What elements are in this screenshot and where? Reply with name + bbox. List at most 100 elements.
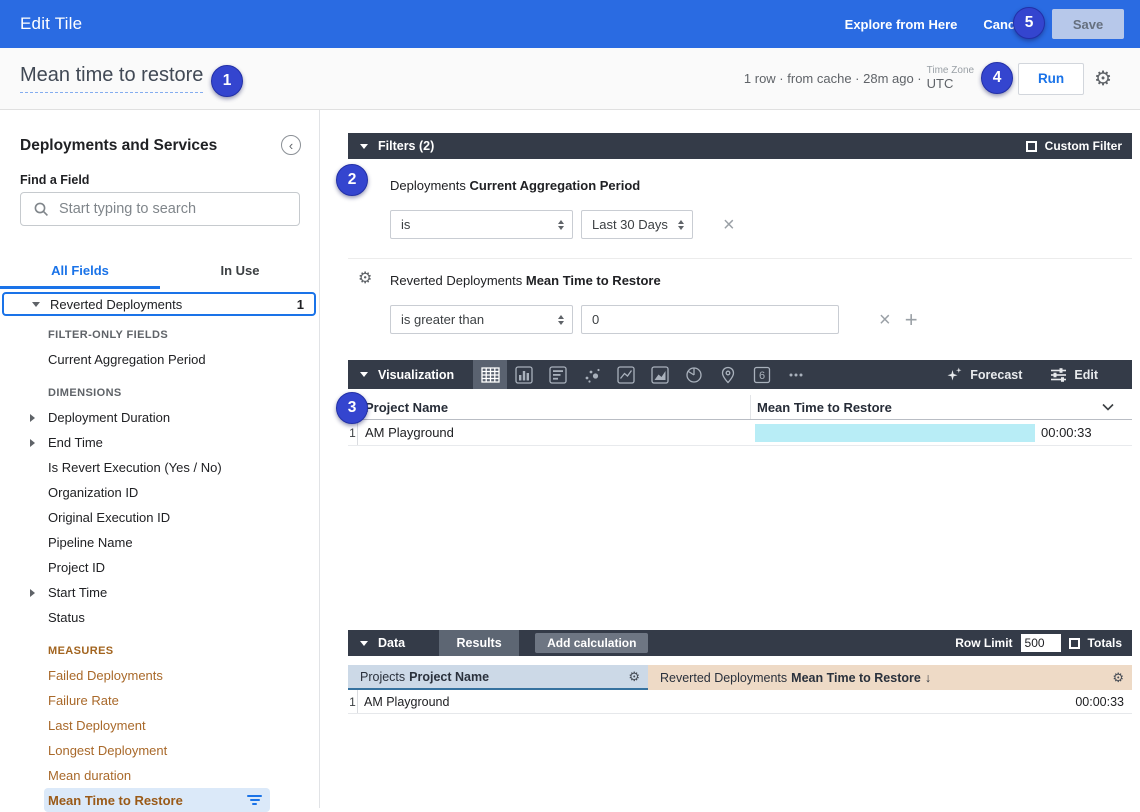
sidebar-field-item[interactable]: Longest Deployment [0, 738, 318, 763]
viz-type-picker: 6 [473, 360, 813, 389]
field-picker-sidebar: Deployments and Services ‹ Find a Field … [0, 110, 320, 808]
line-chart-viz-icon[interactable] [609, 360, 643, 389]
visualization-section-label: Visualization [378, 368, 454, 382]
find-a-field-label: Find a Field [20, 173, 89, 187]
annotation-badge-1: 1 [211, 65, 243, 97]
sidebar-field-item[interactable]: Failure Rate [0, 688, 318, 713]
tab-all-fields[interactable]: All Fields [0, 257, 160, 284]
filter-operator-select[interactable]: is greater than [390, 305, 573, 334]
section-heading: MEASURES [0, 638, 318, 663]
column-menu-chevron-icon[interactable] [1102, 403, 1114, 411]
sparkle-icon [946, 366, 963, 383]
filter-divider [348, 258, 1132, 259]
sidebar-field-item[interactable]: Deployment Duration [0, 405, 318, 430]
save-button[interactable]: Save [1052, 9, 1124, 39]
gear-icon[interactable]: ⚙ [1094, 69, 1112, 89]
operator-value: is [401, 217, 410, 232]
chevron-down-icon [360, 372, 368, 377]
sidebar-field-item[interactable]: Organization ID [0, 480, 318, 505]
totals-label: Totals [1088, 636, 1122, 650]
filter-field-label: Reverted Deployments Mean Time to Restor… [390, 273, 661, 288]
sidebar-field-item[interactable]: Last Deployment [0, 713, 318, 738]
cell-project-name: AM Playground [358, 695, 647, 709]
filter-value-input[interactable] [581, 305, 839, 334]
data-section-bar[interactable]: Data Results Add calculation Row Limit T… [348, 630, 1132, 656]
sort-descending-icon: ↓ [925, 671, 931, 685]
collapse-sidebar-icon[interactable]: ‹ [281, 135, 301, 155]
select-arrows-icon [558, 220, 564, 230]
sidebar-field-item[interactable]: Pipeline Name [0, 530, 318, 555]
explore-from-here-link[interactable]: Explore from Here [845, 17, 958, 32]
filter-value-select[interactable]: Last 30 Days [581, 210, 693, 239]
totals-checkbox[interactable] [1069, 638, 1080, 649]
annotation-badge-5: 5 [1013, 7, 1045, 39]
chevron-right-icon[interactable] [30, 414, 35, 422]
field-search-box[interactable] [20, 192, 300, 226]
bar-chart-viz-icon[interactable] [541, 360, 575, 389]
edit-viz-button[interactable]: Edit [1050, 367, 1098, 383]
map-pin-viz-icon[interactable] [711, 360, 745, 389]
chevron-down-icon [360, 144, 368, 149]
single-value-viz-icon[interactable]: 6 [745, 360, 779, 389]
data-table-row[interactable]: 1 AM Playground 00:00:33 [348, 690, 1132, 714]
search-input[interactable] [59, 201, 299, 217]
sidebar-field-item[interactable]: Original Execution ID [0, 505, 318, 530]
filter-operator-select[interactable]: is [390, 210, 573, 239]
visualization-section-bar[interactable]: Visualization [348, 360, 1132, 389]
sidebar-field-item[interactable]: Is Revert Execution (Yes / No) [0, 455, 318, 480]
annotation-badge-3: 3 [336, 392, 368, 424]
viz-column-header[interactable]: Mean Time to Restore [750, 395, 1132, 419]
filter-field: Mean Time to Restore [526, 273, 661, 288]
gear-icon[interactable]: ⚙ [628, 670, 640, 683]
area-chart-viz-icon[interactable] [643, 360, 677, 389]
data-column-header-dimension[interactable]: Projects Project Name ⚙ [348, 665, 648, 690]
run-button[interactable]: Run [1018, 63, 1084, 95]
scatter-viz-icon[interactable] [575, 360, 609, 389]
sidebar-field-item[interactable]: Status [0, 605, 318, 630]
select-arrows-icon [558, 315, 564, 325]
view-reverted-deployments[interactable]: Reverted Deployments 1 [2, 292, 316, 316]
sidebar-field-item[interactable]: End Time [0, 430, 318, 455]
table-viz-icon[interactable] [473, 360, 507, 389]
viz-column-header[interactable]: Project Name [348, 400, 750, 415]
remove-filter-icon[interactable]: × [879, 310, 891, 330]
visualization-panel: Visualization [348, 360, 1132, 570]
row-limit-input[interactable] [1021, 634, 1061, 652]
column-chart-viz-icon[interactable] [507, 360, 541, 389]
explore-title: Deployments and Services [20, 137, 217, 155]
tile-title-bar: Mean time to restore 1 row · from cache … [0, 48, 1140, 110]
gear-icon[interactable]: ⚙ [358, 271, 372, 287]
sliders-icon [1050, 367, 1067, 383]
column-field: Mean Time to Restore [791, 671, 921, 685]
forecast-button[interactable]: Forecast [946, 366, 1022, 383]
field-tree: FILTER-ONLY FIELDS Current Aggregation P… [0, 322, 318, 812]
sidebar-field-item[interactable]: Start Time [0, 580, 318, 605]
sidebar-field-item-selected[interactable]: Mean Time to Restore [44, 788, 270, 812]
query-status-text: 1 row · from cache · 28m ago · [744, 71, 922, 86]
column-scope: Reverted Deployments [660, 671, 787, 685]
viz-table-row[interactable]: 1 AM Playground 00:00:33 [348, 420, 1132, 446]
sidebar-field-item[interactable]: Current Aggregation Period [0, 347, 318, 372]
field-label: End Time [48, 435, 103, 450]
add-calculation-button[interactable]: Add calculation [535, 633, 648, 653]
cell-value: 00:00:33 [647, 695, 1132, 709]
data-column-header-measure[interactable]: Reverted Deployments Mean Time to Restor… [648, 665, 1132, 690]
add-filter-icon[interactable]: + [905, 309, 918, 331]
chevron-right-icon[interactable] [30, 589, 35, 597]
more-viz-types-icon[interactable] [779, 360, 813, 389]
chevron-right-icon[interactable] [30, 439, 35, 447]
sidebar-field-item[interactable]: Mean duration [0, 763, 318, 788]
sidebar-field-item[interactable]: Project ID [0, 555, 318, 580]
gear-icon[interactable]: ⚙ [1112, 671, 1124, 684]
pie-chart-viz-icon[interactable] [677, 360, 711, 389]
filter-icon[interactable] [247, 795, 262, 805]
tile-title[interactable]: Mean time to restore [20, 64, 203, 93]
custom-filter-checkbox[interactable] [1026, 141, 1037, 152]
remove-filter-icon[interactable]: × [723, 215, 735, 235]
results-tab[interactable]: Results [439, 630, 519, 656]
filter-value: Last 30 Days [592, 217, 668, 232]
filters-section-bar[interactable]: Filters (2) Custom Filter [348, 133, 1132, 159]
sidebar-field-item[interactable]: Failed Deployments [0, 663, 318, 688]
field-label: Deployment Duration [48, 410, 170, 425]
tab-in-use[interactable]: In Use [160, 257, 320, 284]
